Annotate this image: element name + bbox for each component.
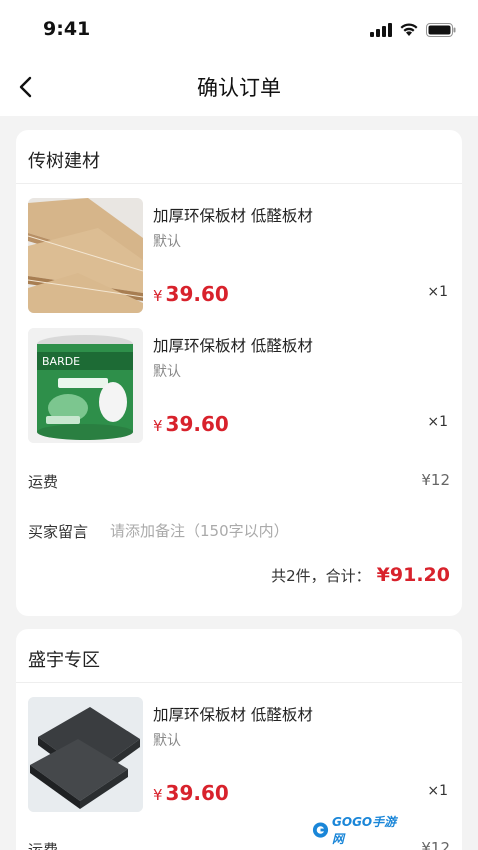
wifi-icon [400, 23, 418, 36]
price-value: 39.60 [165, 412, 229, 436]
order-item[interactable]: BARDE 加厚环保板材 低醛板材 默认 ¥39.60 ×1 [28, 328, 450, 444]
currency-symbol: ¥ [153, 287, 163, 305]
item-quantity: ×1 [427, 414, 448, 430]
plywood-image [28, 198, 143, 313]
currency-symbol: ¥ [153, 417, 163, 435]
item-title: 加厚环保板材 低醛板材 [153, 207, 313, 225]
total-label: 共2件，合计： [271, 567, 371, 585]
item-quantity: ×1 [427, 783, 448, 799]
status-time: 9:41 [43, 18, 91, 40]
shop-name: 传树建材 [16, 130, 462, 184]
shipping-label: 运费 [28, 841, 59, 850]
remark-input[interactable] [110, 519, 440, 543]
shop-card: 传树建材 加厚环保板材 低醛板材 默认 ¥39.60 ×1 BARDE 加厚环保… [16, 130, 462, 616]
item-quantity: ×1 [427, 284, 448, 300]
order-total: 共2件，合计： ¥91.20 [271, 564, 450, 586]
paint-bucket-image: BARDE [28, 328, 143, 443]
price-value: 39.60 [165, 282, 229, 306]
svg-text:BARDE: BARDE [42, 355, 80, 368]
total-value: ¥91.20 [376, 564, 450, 586]
black-board-image [28, 697, 143, 812]
status-bar: 9:41 [0, 0, 478, 58]
signal-icon [370, 22, 392, 37]
price-value: 39.60 [165, 781, 229, 805]
shipping-value: ¥12 [421, 839, 450, 850]
order-item[interactable]: 加厚环保板材 低醛板材 默认 ¥39.60 ×1 [28, 198, 450, 314]
item-spec: 默认 [153, 364, 181, 380]
shipping-value: ¥12 [421, 471, 450, 489]
shop-name: 盛宇专区 [16, 629, 462, 683]
item-title: 加厚环保板材 低醛板材 [153, 337, 313, 355]
remark-label: 买家留言 [28, 523, 89, 541]
battery-icon [426, 22, 456, 37]
watermark-logo: GOGO手游网 [312, 815, 404, 846]
item-price: ¥39.60 [153, 412, 229, 436]
currency-symbol: ¥ [153, 786, 163, 804]
item-spec: 默认 [153, 733, 181, 749]
item-price: ¥39.60 [153, 781, 229, 805]
shipping-label: 运费 [28, 473, 59, 491]
item-price: ¥39.60 [153, 282, 229, 306]
item-title: 加厚环保板材 低醛板材 [153, 706, 313, 724]
watermark-text: GOGO手游网 [332, 815, 397, 846]
page-title: 确认订单 [197, 76, 281, 100]
order-item[interactable]: 加厚环保板材 低醛板材 默认 ¥39.60 ×1 [28, 697, 450, 813]
item-spec: 默认 [153, 234, 181, 250]
nav-bar: 确认订单 [0, 58, 478, 116]
status-icons [370, 22, 456, 37]
gogo-logo-icon [312, 822, 329, 838]
